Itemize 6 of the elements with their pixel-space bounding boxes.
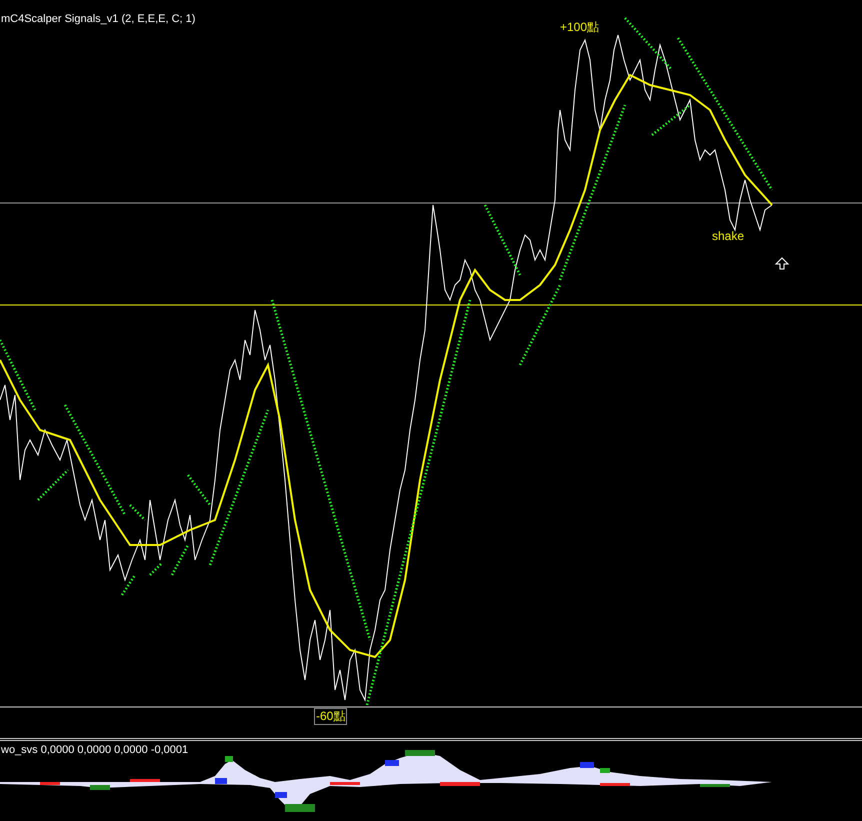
chart-annotation: -60點 [314,708,348,725]
indicator-values: wo_svs 0,0000 0,0000 0,0000 -0,0001 [1,743,188,757]
chart-annotation: +100點 [560,20,600,35]
up-arrow-icon [774,257,790,270]
chart-annotation: shake [712,229,744,244]
indicator-title: mC4Scalper Signals_v1 (2, E,E,E, C; 1) [1,12,196,26]
